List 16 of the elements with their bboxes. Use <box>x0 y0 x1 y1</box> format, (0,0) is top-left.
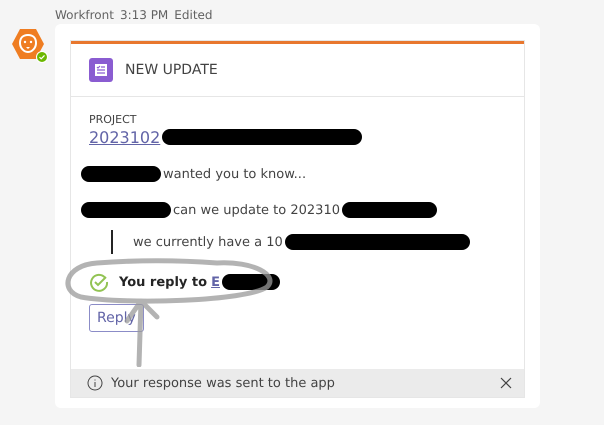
card-title: NEW UPDATE <box>125 62 218 78</box>
project-link[interactable]: 2023102 <box>89 128 160 146</box>
sender-name: Workfront <box>55 8 114 22</box>
check-circle-icon <box>89 272 109 292</box>
info-icon <box>87 375 103 391</box>
body-text: wanted you to know... <box>163 166 306 182</box>
checklist-icon <box>89 58 113 82</box>
notice-text: Your response was sent to the app <box>111 376 335 390</box>
message-time: 3:13 PM <box>120 8 168 22</box>
reply-status-text: You reply to <box>119 274 208 290</box>
body-text: we currently have a 10 <box>133 234 283 250</box>
body-text: can we update to 202310 <box>173 202 340 218</box>
user-link[interactable]: E <box>211 274 220 290</box>
close-button[interactable] <box>500 377 512 389</box>
edited-label: Edited <box>174 8 213 22</box>
project-label: PROJECT <box>89 113 138 126</box>
